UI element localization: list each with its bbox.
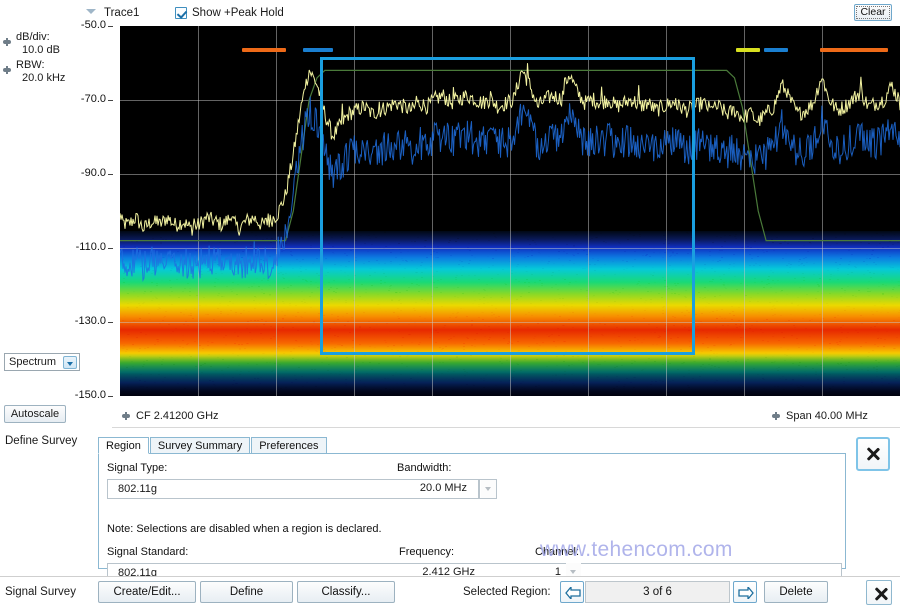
classify-label: Classify... <box>322 586 371 598</box>
selected-region-rect[interactable] <box>320 57 694 355</box>
close-icon <box>873 586 886 599</box>
clear-button-label: Clear <box>860 6 885 18</box>
frequency-label: Frequency: <box>399 546 454 558</box>
chevron-down-icon[interactable] <box>86 9 96 14</box>
db-div-label: dB/div: <box>16 31 50 44</box>
y-axis-tick <box>108 248 113 249</box>
define-label: Define <box>230 586 263 598</box>
show-checkbox[interactable] <box>175 7 187 19</box>
display-mode-select[interactable]: Spectrum <box>4 353 80 371</box>
tab-region[interactable]: Region <box>98 437 149 454</box>
center-frequency-label[interactable]: CF 2.41200 GHz <box>136 410 219 422</box>
y-axis-tick-label: -150.0 <box>50 389 106 401</box>
tab-survey-summary[interactable]: Survey Summary <box>150 437 250 454</box>
autoscale-button[interactable]: Autoscale <box>4 405 66 423</box>
chevron-down-icon[interactable] <box>481 480 496 498</box>
bandwidth-value: 20.0 MHz <box>420 479 467 497</box>
marker-bar[interactable] <box>820 48 888 52</box>
marker-bar[interactable] <box>736 48 760 52</box>
region-counter[interactable]: 3 of 6 <box>585 581 730 603</box>
define-survey-panel: Region Survey Summary Preferences Signal… <box>98 437 846 569</box>
signal-type-value: 802.11g <box>118 480 157 498</box>
delete-region-button[interactable]: Delete <box>764 581 828 603</box>
define-survey-section-label: Define Survey <box>5 435 77 447</box>
classify-button[interactable]: Classify... <box>297 581 395 603</box>
autoscale-label: Autoscale <box>11 408 59 420</box>
tab-region-label: Region <box>106 440 141 452</box>
channel-label: Channel: <box>535 546 579 558</box>
tab-preferences-label: Preferences <box>259 440 318 452</box>
signal-type-label: Signal Type: <box>107 462 167 474</box>
close-signal-survey-button[interactable] <box>866 580 892 605</box>
center-frequency-knob-icon[interactable] <box>122 412 130 420</box>
close-icon <box>865 446 881 462</box>
marker-bar[interactable] <box>764 48 788 52</box>
survey-tabs: Region Survey Summary Preferences <box>98 437 328 454</box>
y-axis-tick-label: -90.0 <box>50 167 106 179</box>
chart-footer: CF 2.41200 GHz Span 40.00 MHz <box>112 404 900 428</box>
trace-label: Trace1 <box>104 7 139 19</box>
display-mode-value: Spectrum <box>9 356 56 368</box>
define-button[interactable]: Define <box>200 581 293 603</box>
create-edit-label: Create/Edit... <box>113 586 180 598</box>
plot-area[interactable] <box>120 26 900 396</box>
y-axis-tick <box>108 396 113 397</box>
signal-survey-toolbar: Signal Survey Create/Edit... Define Clas… <box>0 576 900 608</box>
bandwidth-value-wrap: 20.0 MHz <box>399 479 475 499</box>
y-axis-tick <box>108 26 113 27</box>
span-knob-icon[interactable] <box>772 412 780 420</box>
arrow-right-icon <box>738 587 754 599</box>
trace-toolbar: Trace1 Show +Peak Hold Clear <box>0 0 900 26</box>
db-div-value[interactable]: 10.0 dB <box>22 44 60 57</box>
db-div-knob-icon[interactable] <box>3 38 11 46</box>
tab-survey-summary-label: Survey Summary <box>158 440 242 452</box>
close-survey-panel-button[interactable] <box>856 437 890 471</box>
tab-preferences[interactable]: Preferences <box>251 437 326 454</box>
rbw-value[interactable]: 20.0 kHz <box>22 72 65 85</box>
y-axis-tick-label: -110.0 <box>50 241 106 253</box>
chart-settings-panel: dB/div: 10.0 dB RBW: 20.0 kHz Spectrum <box>0 26 112 404</box>
selected-region-label: Selected Region: <box>463 586 551 598</box>
delete-label: Delete <box>779 586 812 598</box>
y-axis-tick <box>108 322 113 323</box>
marker-bar[interactable] <box>242 48 286 52</box>
signal-standard-label: Signal Standard: <box>107 546 188 558</box>
bandwidth-label: Bandwidth: <box>397 462 451 474</box>
spectrum-analyzer-window: Trace1 Show +Peak Hold Clear dB/div: 10.… <box>0 0 900 608</box>
chevron-down-icon[interactable] <box>63 356 77 369</box>
create-edit-button[interactable]: Create/Edit... <box>98 581 196 603</box>
region-counter-value: 3 of 6 <box>643 586 672 598</box>
arrow-left-icon <box>565 587 581 599</box>
span-label[interactable]: Span 40.00 MHz <box>786 410 868 422</box>
spectrum-chart[interactable]: -50.0-70.0-90.0-110.0-130.0-150.0 <box>112 26 900 404</box>
region-note: Note: Selections are disabled when a reg… <box>107 523 382 535</box>
y-axis-tick-label: -130.0 <box>50 315 106 327</box>
y-axis-tick <box>108 174 113 175</box>
y-axis-tick-label: -70.0 <box>50 93 106 105</box>
y-axis-tick <box>108 100 113 101</box>
rbw-label: RBW: <box>16 59 45 72</box>
bandwidth-dropdown[interactable] <box>479 479 497 499</box>
show-label: Show <box>192 7 221 19</box>
peak-hold-label: +Peak Hold <box>224 7 284 19</box>
next-region-button[interactable] <box>733 581 757 603</box>
rbw-knob-icon[interactable] <box>3 66 11 74</box>
y-axis-tick-label: -50.0 <box>50 19 106 31</box>
previous-region-button[interactable] <box>560 581 584 603</box>
region-tab-body: Signal Type: Bandwidth: 802.11g 20.0 MHz… <box>98 453 846 569</box>
signal-survey-title: Signal Survey <box>5 586 76 598</box>
marker-bar[interactable] <box>303 48 333 52</box>
clear-button[interactable]: Clear <box>854 4 892 21</box>
